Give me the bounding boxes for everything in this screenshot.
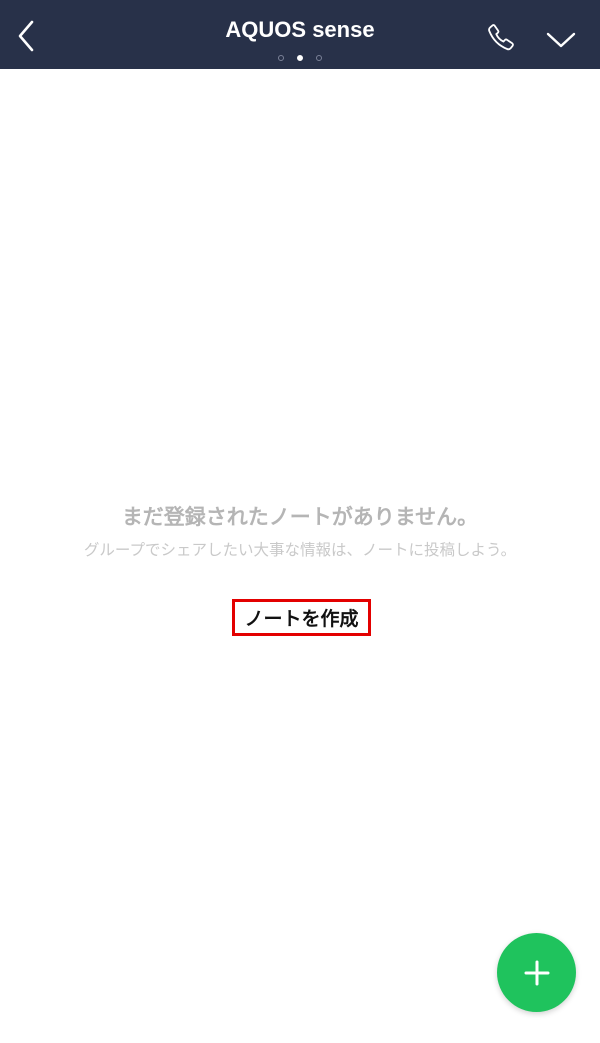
empty-state-title: まだ登録されたノートがありません。 (121, 505, 479, 529)
create-note-label: ノートを作成 (244, 608, 359, 630)
add-note-fab[interactable] (497, 933, 576, 1012)
phone-icon (488, 24, 514, 51)
page-dot (278, 55, 284, 61)
plus-icon (524, 960, 549, 985)
page-dot (316, 55, 322, 61)
create-note-button[interactable]: ノートを作成 (232, 599, 371, 636)
back-button[interactable] (8, 14, 44, 58)
chevron-down-icon (546, 32, 576, 48)
page-dot-active (297, 55, 303, 61)
chevron-left-icon (18, 20, 34, 52)
menu-toggle-button[interactable] (540, 22, 582, 58)
chat-title: AQUOS sense (225, 17, 375, 42)
call-button[interactable] (482, 18, 520, 56)
empty-state-subtitle: グループでシェアしたい大事な情報は、ノートに投稿しよう。 (83, 541, 517, 559)
page-indicator (278, 53, 322, 63)
top-bar: AQUOS sense (0, 0, 600, 69)
